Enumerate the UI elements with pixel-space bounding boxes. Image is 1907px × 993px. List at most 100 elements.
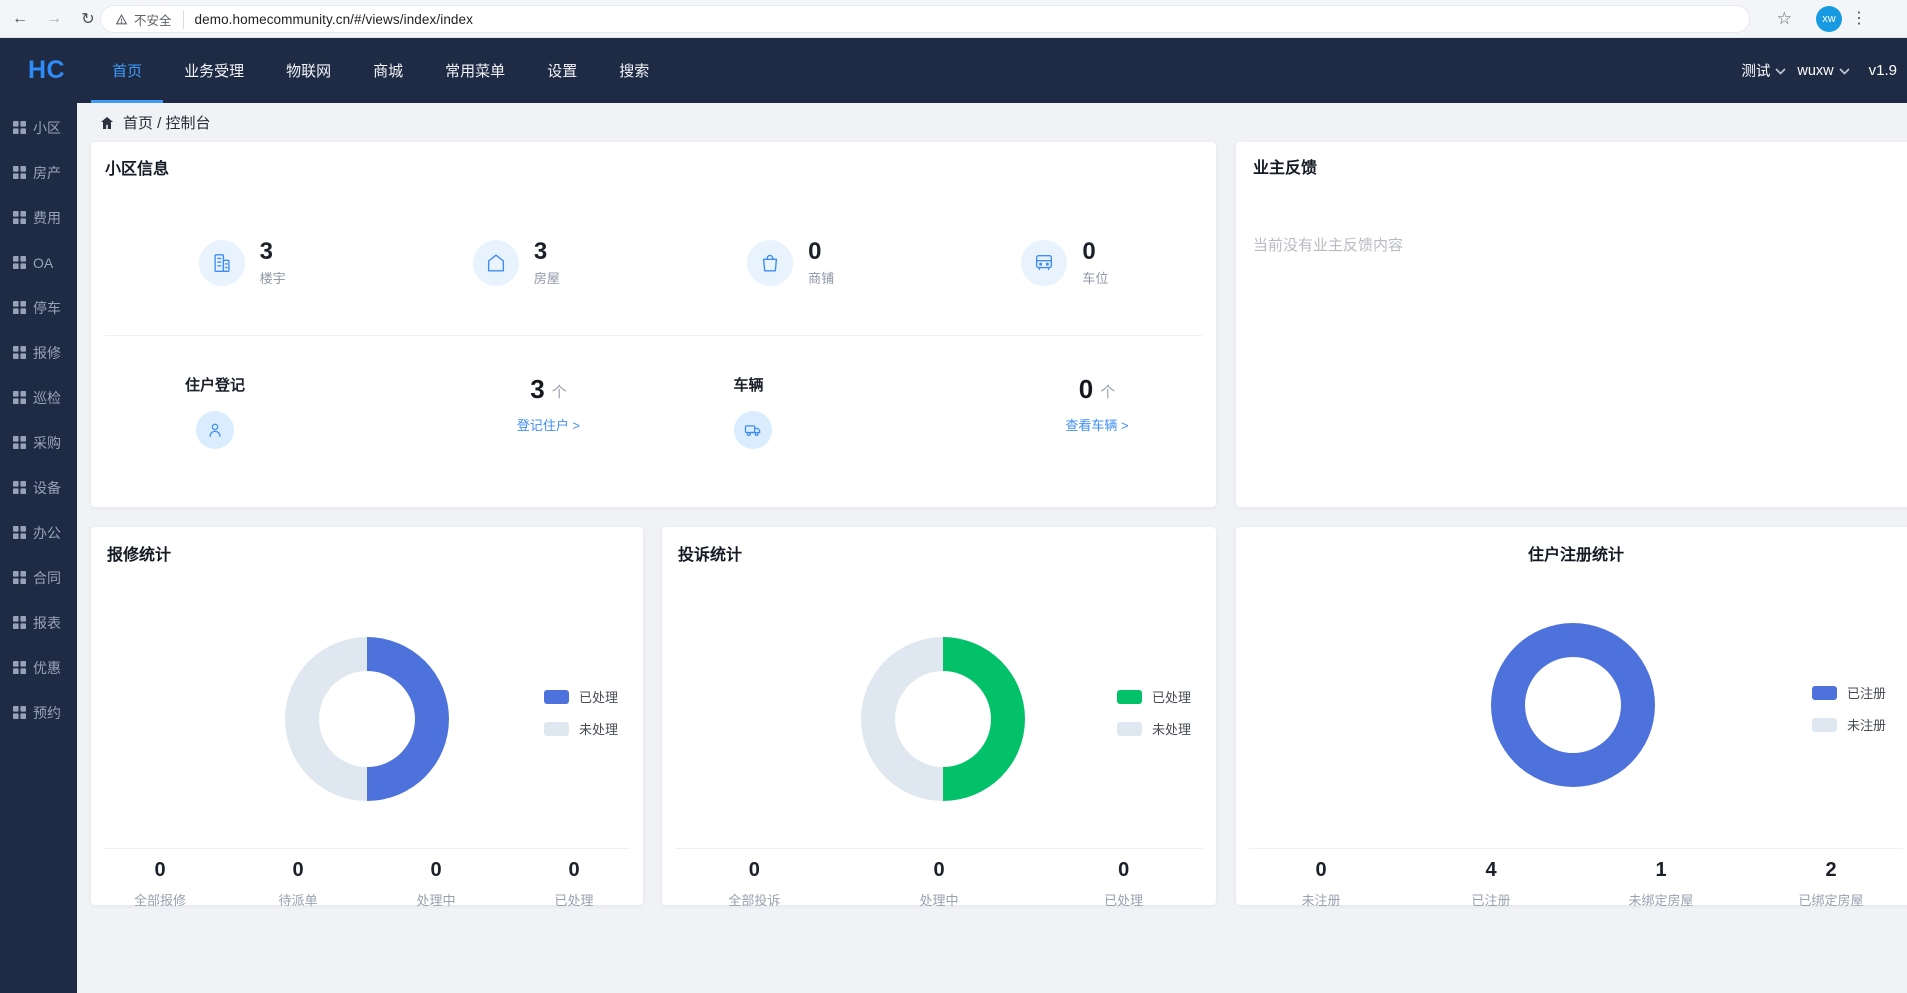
complaint-stats-card: 投诉统计 已处理 未处理 0全部投诉 0处理中 0已处理 bbox=[662, 527, 1216, 905]
legend-swatch bbox=[1812, 718, 1837, 732]
stat-in-progress: 0处理中 bbox=[847, 859, 1032, 909]
stat-bound-house: 2已绑定房屋 bbox=[1746, 859, 1907, 909]
grid-icon bbox=[13, 661, 26, 674]
stat-unregistered: 0未注册 bbox=[1236, 859, 1406, 909]
nav-item-business[interactable]: 业务受理 bbox=[163, 38, 265, 103]
sidebar-item-office[interactable]: 办公 bbox=[0, 510, 77, 555]
legend-item[interactable]: 已处理 bbox=[544, 687, 618, 706]
repair-donut-chart[interactable] bbox=[285, 637, 449, 801]
sidebar-item-parking[interactable]: 停车 bbox=[0, 285, 77, 330]
sidebar-item-repair[interactable]: 报修 bbox=[0, 330, 77, 375]
sidebar-item-community[interactable]: 小区 bbox=[0, 105, 77, 150]
legend-item[interactable]: 未处理 bbox=[1117, 719, 1191, 738]
env-selector[interactable]: 测试 bbox=[1741, 60, 1786, 81]
grid-icon bbox=[13, 256, 26, 269]
warning-icon bbox=[115, 13, 128, 26]
divider bbox=[1249, 848, 1903, 849]
registration-donut-chart[interactable] bbox=[1491, 623, 1655, 787]
nav-item-home[interactable]: 首页 bbox=[91, 38, 163, 103]
security-label: 不安全 bbox=[134, 10, 172, 29]
grid-icon bbox=[13, 346, 26, 359]
navbar-right: 测试 wuxw v1.9 bbox=[1741, 38, 1897, 103]
registration-card-title: 住户注册统计 bbox=[1252, 541, 1900, 565]
home-icon bbox=[99, 115, 115, 131]
sidebar: 小区 房产 费用 OA 停车 报修 巡检 采购 设备 办公 合同 报表 优惠 预… bbox=[0, 103, 77, 993]
sidebar-item-device[interactable]: 设备 bbox=[0, 465, 77, 510]
bookmark-star-icon[interactable]: ☆ bbox=[1777, 9, 1792, 29]
vehicle-section: 车辆 0 个 查看车辆 > bbox=[654, 374, 1203, 449]
nav-item-mall[interactable]: 商城 bbox=[352, 38, 424, 103]
sidebar-item-report[interactable]: 报表 bbox=[0, 600, 77, 645]
community-card-title: 小区信息 bbox=[105, 155, 1202, 179]
building-icon bbox=[199, 240, 245, 286]
user-name: wuxw bbox=[1797, 63, 1833, 79]
legend-swatch bbox=[1117, 722, 1142, 736]
register-resident-link[interactable]: 登记住户 > bbox=[517, 415, 580, 434]
top-navbar: HC 首页 业务受理 物联网 商城 常用菜单 设置 搜索 测试 wuxw v1.… bbox=[0, 38, 1907, 103]
stat-registered: 4已注册 bbox=[1406, 859, 1576, 909]
sidebar-item-purchase[interactable]: 采购 bbox=[0, 420, 77, 465]
sidebar-item-booking[interactable]: 预约 bbox=[0, 690, 77, 735]
stat-processed: 0已处理 bbox=[1031, 859, 1216, 909]
shop-bag-icon bbox=[747, 240, 793, 286]
address-bar[interactable]: 不安全 demo.homecommunity.cn/#/views/index/… bbox=[100, 5, 1750, 33]
repair-stats-row: 0全部报修 0待派单 0处理中 0已处理 bbox=[91, 859, 643, 909]
legend-item[interactable]: 未处理 bbox=[544, 719, 618, 738]
resident-vehicle-row: 住户登记 3 个 登记住户 > 车辆 bbox=[105, 374, 1202, 449]
registration-stats-row: 0未注册 4已注册 1未绑定房屋 2已绑定房屋 bbox=[1236, 859, 1907, 909]
owner-feedback-card: 业主反馈 当前没有业主反馈内容 bbox=[1236, 142, 1907, 507]
repair-stats-card: 报修统计 已处理 未处理 0全部报修 0待派单 0处理中 0已处理 bbox=[91, 527, 643, 905]
view-vehicles-link[interactable]: 查看车辆 > bbox=[1065, 415, 1128, 434]
nav-item-common-menu[interactable]: 常用菜单 bbox=[424, 38, 526, 103]
chevron-down-icon bbox=[1775, 63, 1786, 79]
repair-card-title: 报修统计 bbox=[107, 541, 627, 565]
nav-item-settings[interactable]: 设置 bbox=[526, 38, 598, 103]
stat-houses: 3 房屋 bbox=[379, 239, 653, 287]
url-text[interactable]: demo.homecommunity.cn/#/views/index/inde… bbox=[195, 12, 473, 27]
grid-icon bbox=[13, 616, 26, 629]
complaint-donut-chart[interactable] bbox=[861, 637, 1025, 801]
complaint-legend: 已处理 未处理 bbox=[1117, 687, 1191, 738]
legend-item[interactable]: 已注册 bbox=[1812, 683, 1886, 702]
security-chip[interactable]: 不安全 bbox=[115, 10, 184, 29]
sidebar-item-inspection[interactable]: 巡检 bbox=[0, 375, 77, 420]
sidebar-item-contract[interactable]: 合同 bbox=[0, 555, 77, 600]
community-stats-row: 3 楼宇 3 房屋 bbox=[105, 239, 1202, 287]
legend-item[interactable]: 已处理 bbox=[1117, 687, 1191, 706]
stat-total-complaints: 0全部投诉 bbox=[662, 859, 847, 909]
sidebar-item-fees[interactable]: 费用 bbox=[0, 195, 77, 240]
browser-avatar[interactable]: xw bbox=[1816, 6, 1842, 32]
repair-legend: 已处理 未处理 bbox=[544, 687, 618, 738]
sidebar-item-discount[interactable]: 优惠 bbox=[0, 645, 77, 690]
vehicle-count: 0 bbox=[1079, 374, 1093, 405]
grid-icon bbox=[13, 436, 26, 449]
legend-item[interactable]: 未注册 bbox=[1812, 715, 1886, 734]
legend-swatch bbox=[544, 690, 569, 704]
resident-section: 住户登记 3 个 登记住户 > bbox=[105, 374, 654, 449]
stat-buildings: 3 楼宇 bbox=[105, 239, 379, 287]
bus-icon bbox=[1021, 240, 1067, 286]
breadcrumb[interactable]: 首页 / 控制台 bbox=[99, 112, 211, 133]
browser-reload-button[interactable]: ↻ bbox=[74, 5, 102, 33]
nav-item-search[interactable]: 搜索 bbox=[598, 38, 670, 103]
user-menu[interactable]: wuxw bbox=[1797, 63, 1849, 79]
app-logo[interactable]: HC bbox=[28, 38, 65, 103]
browser-back-button[interactable]: ← bbox=[6, 5, 34, 33]
nav-item-iot[interactable]: 物联网 bbox=[265, 38, 352, 103]
vehicle-heading: 车辆 bbox=[734, 374, 764, 395]
sidebar-item-property[interactable]: 房产 bbox=[0, 150, 77, 195]
registration-legend: 已注册 未注册 bbox=[1812, 683, 1886, 734]
vehicle-unit: 个 bbox=[1100, 381, 1115, 402]
grid-icon bbox=[13, 301, 26, 314]
version-label: v1.9 bbox=[1869, 62, 1897, 79]
chevron-down-icon bbox=[1839, 63, 1850, 79]
browser-menu-icon[interactable]: ⋮ bbox=[1851, 8, 1867, 28]
main-content: 首页 / 控制台 小区信息 3 楼宇 bbox=[77, 103, 1907, 993]
person-icon bbox=[196, 411, 234, 449]
browser-forward-button[interactable]: → bbox=[40, 5, 68, 33]
grid-icon bbox=[13, 166, 26, 179]
stat-shops: 0 商铺 bbox=[654, 239, 928, 287]
sidebar-item-oa[interactable]: OA bbox=[0, 240, 77, 285]
grid-icon bbox=[13, 391, 26, 404]
stat-pending-dispatch: 0待派单 bbox=[229, 859, 367, 909]
